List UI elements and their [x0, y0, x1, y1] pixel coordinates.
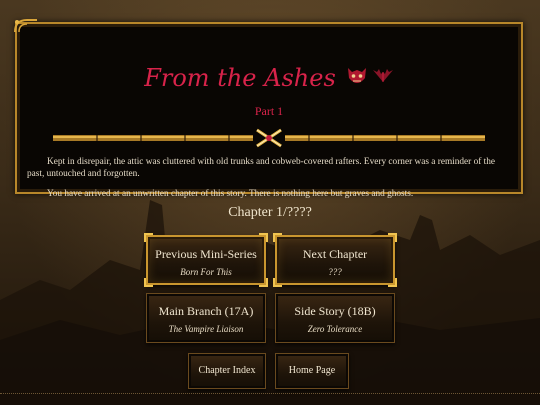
story-paragraph: Kept in disrepair, the attic was clutter… — [27, 157, 496, 179]
home-page-button[interactable]: Home Page — [275, 353, 349, 389]
bat-wings-icon — [372, 68, 393, 82]
corner-flourish-icon — [388, 278, 397, 287]
chapter-index-button[interactable]: Chapter Index — [188, 353, 266, 389]
corner-flourish-icon — [144, 233, 153, 242]
ornamental-divider — [53, 128, 485, 148]
side-story-button[interactable]: Side Story (18B) Zero Tolerance — [275, 293, 395, 343]
side-story-subtitle: Zero Tolerance — [307, 324, 363, 334]
story-title: From the Ashes — [144, 64, 336, 92]
main-branch-button[interactable]: Main Branch (17A) The Vampire Liaison — [146, 293, 266, 343]
story-title-row: From the Ashes — [17, 64, 521, 92]
story-panel: From the Ashes Part 1 Kept in disrepair,… — [14, 19, 523, 199]
main-branch-label: Main Branch (17A) — [158, 304, 254, 318]
story-text: Kept in disrepair, the attic was clutter… — [27, 156, 513, 208]
chapter-counter: Chapter 1/???? — [228, 205, 312, 220]
side-story-label: Side Story (18B) — [294, 304, 376, 318]
previous-mini-series-subtitle: Born For This — [180, 267, 232, 277]
story-paragraph: You have arrived at an unwritten chapter… — [47, 189, 414, 199]
next-chapter-label: Next Chapter — [302, 247, 368, 261]
footer-divider — [0, 393, 540, 396]
corner-flourish-icon — [388, 233, 397, 242]
next-chapter-subtitle: ??? — [328, 267, 342, 277]
chapter-index-label: Chapter Index — [198, 365, 256, 376]
story-part: Part 1 — [254, 104, 284, 118]
previous-mini-series-button[interactable]: Previous Mini-Series Born For This — [144, 233, 268, 287]
home-page-label: Home Page — [288, 365, 336, 376]
demon-mask-icon — [347, 67, 366, 83]
corner-flourish-icon — [144, 278, 153, 287]
next-chapter-button[interactable]: Next Chapter ??? — [273, 233, 397, 287]
previous-mini-series-label: Previous Mini-Series — [155, 247, 257, 261]
corner-ornament-icon — [14, 19, 37, 33]
corner-flourish-icon — [259, 278, 268, 287]
main-branch-subtitle: The Vampire Liaison — [168, 324, 244, 334]
corner-flourish-icon — [273, 233, 282, 242]
corner-flourish-icon — [259, 233, 268, 242]
corner-flourish-icon — [273, 278, 282, 287]
